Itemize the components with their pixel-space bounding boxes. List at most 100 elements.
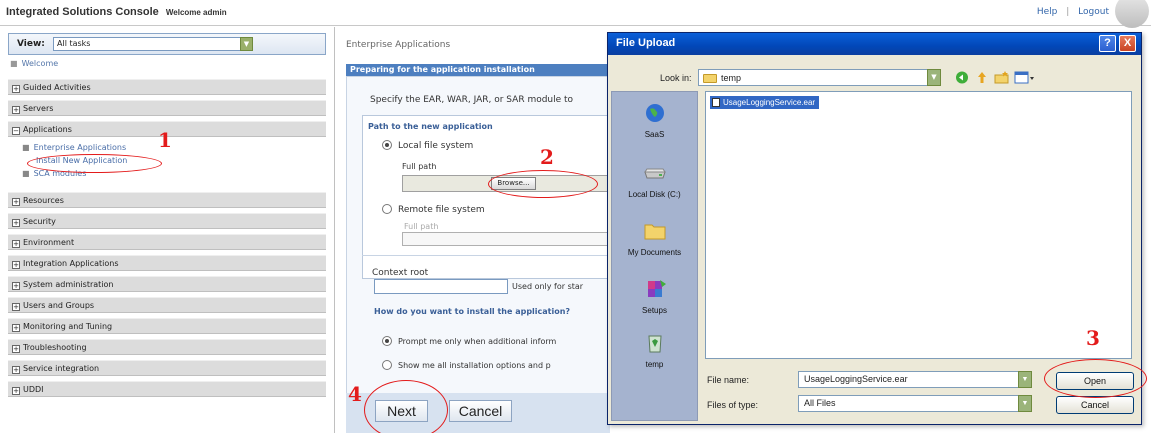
up-folder-icon[interactable] (974, 70, 990, 85)
look-in-combo[interactable]: temp ▼ (698, 69, 941, 86)
place-setups[interactable]: Setups (612, 278, 697, 315)
view-menu-icon[interactable] (1014, 70, 1036, 85)
nav-category-environment[interactable]: + Environment (8, 234, 326, 250)
nav-welcome-label: Welcome (21, 59, 59, 68)
expand-icon: + (12, 85, 20, 93)
files-of-type-label: Files of type: (707, 400, 759, 410)
help-link[interactable]: Help (1037, 7, 1058, 17)
place-label: temp (645, 360, 664, 369)
expand-icon: + (12, 198, 20, 206)
nav-category-resources[interactable]: + Resources (8, 192, 326, 208)
nav-category-integration-applications[interactable]: + Integration Applications (8, 255, 326, 271)
context-root-input[interactable] (374, 279, 508, 294)
nav-category-guided-activities[interactable]: + Guided Activities (8, 79, 326, 95)
nav-category-label: Environment (23, 238, 75, 247)
cancel-button[interactable]: Cancel (449, 400, 512, 422)
nav-category-label: Service integration (23, 364, 100, 373)
chevron-down-icon[interactable]: ▼ (927, 69, 941, 86)
welcome-text: Welcome admin (165, 8, 227, 17)
nav-category-troubleshooting[interactable]: + Troubleshooting (8, 339, 326, 355)
nav-item-enterprise-applications[interactable]: ■ Enterprise Applications (22, 143, 126, 152)
nav-category-users-and-groups[interactable]: + Users and Groups (8, 297, 326, 313)
nav-category-label: UDDI (23, 385, 44, 394)
place-label: My Documents (627, 248, 682, 257)
used-only-text: Used only for star (512, 282, 584, 291)
local-file-system-label: Local file system (398, 141, 474, 151)
place-local-disk[interactable]: Local Disk (C:) (612, 162, 697, 199)
file-name-input[interactable]: UsageLoggingService.ear ▼ (798, 371, 1032, 388)
console-title-text: Integrated Solutions Console (6, 6, 159, 18)
nav-category-label: Resources (23, 196, 64, 205)
bullet-icon: ■ (10, 59, 18, 68)
files-of-type-value: All Files (804, 398, 836, 408)
show-all-radio[interactable] (382, 360, 392, 370)
files-of-type-select[interactable]: All Files ▼ (798, 395, 1032, 412)
file-list[interactable]: UsageLoggingService.ear (705, 91, 1132, 359)
folder-icon (644, 224, 665, 240)
dialog-title-bar[interactable]: File Upload ? X (608, 33, 1141, 55)
expand-icon: + (12, 282, 20, 290)
new-folder-icon[interactable] (994, 70, 1010, 85)
content-panel: Enterprise Applications Preparing for th… (340, 27, 610, 433)
local-file-system-radio[interactable] (382, 140, 392, 150)
view-label: View: (17, 39, 45, 49)
nav-welcome-link[interactable]: ■ Welcome (10, 59, 58, 68)
dialog-title: File Upload (616, 37, 676, 49)
file-item-name: UsageLoggingService.ear (723, 98, 816, 107)
file-name-label: File name: (707, 375, 750, 385)
console-header: Integrated Solutions Console Welcome adm… (0, 0, 1151, 28)
help-icon[interactable]: ? (1099, 35, 1116, 52)
remote-path-input[interactable] (402, 232, 610, 246)
nav-category-label: Users and Groups (23, 301, 95, 310)
annotation-2: 2 (540, 145, 554, 169)
expand-icon: + (12, 240, 20, 248)
remote-file-system-radio[interactable] (382, 204, 392, 214)
nav-category-label: Guided Activities (23, 83, 91, 92)
annotation-3: 3 (1086, 326, 1100, 350)
nav-category-servers[interactable]: + Servers (8, 100, 326, 116)
place-label: Setups (642, 306, 667, 315)
annotation-4: 4 (348, 382, 362, 406)
specify-text: Specify the EAR, WAR, JAR, or SAR module… (370, 95, 574, 105)
chevron-down-icon[interactable]: ▼ (240, 37, 253, 51)
panel-title: Preparing for the application installati… (346, 64, 610, 76)
expand-icon: + (12, 324, 20, 332)
remote-full-path-label: Full path (404, 222, 439, 231)
breadcrumb[interactable]: Enterprise Applications (346, 40, 450, 50)
expand-icon: + (12, 345, 20, 353)
context-root-label: Context root (372, 268, 429, 278)
nav-category-label: Integration Applications (23, 259, 119, 268)
nav-category-service-integration[interactable]: + Service integration (8, 360, 326, 376)
folder-icon (703, 74, 717, 83)
view-select[interactable]: All tasks ▼ (53, 37, 253, 51)
section-divider (362, 255, 610, 256)
place-label: SaaS (644, 130, 665, 139)
setup-package-icon (647, 280, 666, 297)
nav-category-system-administration[interactable]: + System administration (8, 276, 326, 292)
user-avatar (1115, 0, 1149, 28)
nav-category-security[interactable]: + Security (8, 213, 326, 229)
prompt-radio[interactable] (382, 336, 392, 346)
nav-category-label: Applications (23, 125, 72, 134)
place-my-documents[interactable]: My Documents (612, 220, 697, 257)
collapse-icon: − (12, 127, 20, 135)
back-icon[interactable] (954, 70, 970, 85)
logout-link[interactable]: Logout (1078, 7, 1109, 17)
dialog-cancel-button[interactable]: Cancel (1056, 396, 1134, 414)
expand-icon: + (12, 366, 20, 374)
place-temp[interactable]: temp (612, 332, 697, 369)
nav-category-monitoring-and-tuning[interactable]: + Monitoring and Tuning (8, 318, 326, 334)
globe-icon (645, 104, 664, 122)
chevron-down-icon[interactable]: ▼ (1018, 395, 1032, 412)
nav-category-label: Monitoring and Tuning (23, 322, 113, 331)
show-all-option-label: Show me all installation options and p (398, 361, 551, 370)
close-icon[interactable]: X (1119, 35, 1136, 52)
expand-icon: + (12, 261, 20, 269)
file-item[interactable]: UsageLoggingService.ear (710, 96, 820, 109)
place-saas[interactable]: SaaS (612, 102, 697, 139)
chevron-down-icon[interactable]: ▼ (1018, 371, 1032, 388)
nav-category-uddi[interactable]: + UDDI (8, 381, 326, 397)
places-bar: SaaS Local Disk (C:) My Documents Setups… (611, 91, 698, 421)
annotation-ellipse-next (364, 380, 448, 433)
full-path-label: Full path (402, 162, 437, 171)
